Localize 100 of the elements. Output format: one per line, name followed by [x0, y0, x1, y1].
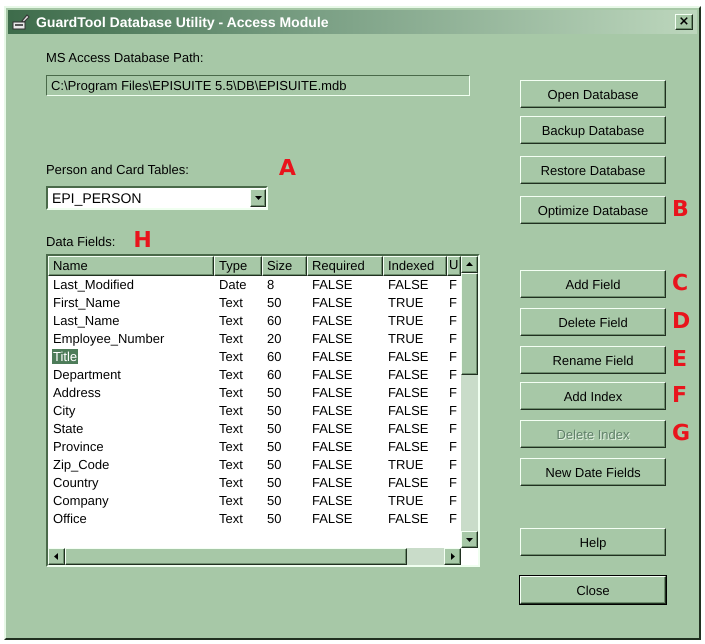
table-cell: FALSE [311, 367, 354, 382]
table-cell[interactable]: Office [52, 511, 88, 526]
table-cell: FALSE [387, 277, 430, 292]
action-button[interactable]: Rename Field [520, 346, 666, 374]
table-cell: FALSE [311, 331, 354, 346]
table-cell[interactable]: State [52, 421, 84, 436]
table-cell[interactable]: Address [52, 385, 102, 400]
annotation-letter: E [672, 349, 688, 371]
table-cell: TRUE [387, 295, 424, 310]
down-arrow-icon [466, 536, 473, 543]
table-cell: Text [218, 313, 244, 328]
table-cell: Text [218, 475, 244, 490]
action-button[interactable]: Add Field [520, 270, 666, 298]
table-cell: 60 [266, 349, 282, 364]
table-cell: F [448, 457, 458, 472]
table-cell: F [448, 277, 458, 292]
table-cell: 60 [266, 367, 282, 382]
table-cell: Date [218, 277, 248, 292]
table-cell: FALSE [387, 349, 430, 364]
table-cell: Text [218, 295, 244, 310]
table-cell: FALSE [311, 493, 354, 508]
column-header[interactable]: Type [214, 256, 262, 276]
vertical-scrollbar[interactable] [461, 256, 478, 548]
table-cell: F [448, 313, 458, 328]
annotation-letter: B [672, 199, 689, 221]
table-cell: Text [218, 493, 244, 508]
action-button[interactable]: New Date Fields [520, 458, 666, 486]
horizontal-scrollbar[interactable] [48, 548, 461, 565]
table-cell: F [448, 331, 458, 346]
right-arrow-icon [449, 553, 456, 560]
window-title: GuardTool Database Utility - Access Module [36, 14, 330, 30]
path-field[interactable]: C:\Program Files\EPISUITE 5.5\DB\EPISUITE.mdb [46, 75, 470, 96]
table-cell: Text [218, 331, 244, 346]
table-cell[interactable]: Country [52, 475, 100, 490]
table-cell[interactable]: Last_Modified [52, 277, 135, 292]
column-header[interactable]: U [447, 256, 461, 276]
table-cell: FALSE [311, 277, 354, 292]
column-header[interactable]: Name [48, 256, 214, 276]
table-cell: TRUE [387, 313, 424, 328]
action-button[interactable]: Add Index [520, 382, 666, 410]
table-cell: FALSE [311, 295, 354, 310]
table-cell: Text [218, 457, 244, 472]
table-cell[interactable]: Company [52, 493, 110, 508]
table-cell: F [448, 439, 458, 454]
table-cell[interactable]: Last_Name [52, 313, 120, 328]
table-cell: F [448, 349, 458, 364]
action-button[interactable]: Optimize Database [520, 196, 666, 224]
table-cell: F [448, 511, 458, 526]
table-cell: F [448, 295, 458, 310]
action-button[interactable]: Restore Database [520, 156, 666, 184]
close-button[interactable]: × [675, 14, 693, 30]
table-cell: Text [218, 421, 244, 436]
scroll-thumb[interactable] [461, 273, 478, 375]
table-cell: Text [218, 349, 244, 364]
table-cell: FALSE [311, 511, 354, 526]
close-button[interactable]: Close [520, 576, 666, 604]
action-button[interactable]: Help [520, 528, 666, 556]
column-header[interactable]: Size [262, 256, 307, 276]
table-cell: 50 [266, 457, 282, 472]
table-cell: FALSE [311, 403, 354, 418]
table-cell: Text [218, 439, 244, 454]
table-cell: FALSE [311, 421, 354, 436]
action-button[interactable]: Backup Database [520, 116, 666, 144]
table-cell: 50 [266, 403, 282, 418]
table-cell: 50 [266, 295, 282, 310]
action-button[interactable]: Open Database [520, 80, 666, 108]
table-cell: 50 [266, 439, 282, 454]
table-cell: FALSE [387, 403, 430, 418]
left-arrow-icon [53, 553, 60, 560]
table-cell[interactable]: City [52, 403, 76, 418]
table-cell: 50 [266, 421, 282, 436]
table-cell: FALSE [311, 475, 354, 490]
table-cell[interactable]: Title [52, 349, 78, 364]
table-cell: 50 [266, 385, 282, 400]
table-cell: TRUE [387, 331, 424, 346]
table-cell: F [448, 493, 458, 508]
dropdown-arrow-icon [254, 196, 262, 200]
annotation-letter: A [278, 158, 296, 180]
table-cell: TRUE [387, 457, 424, 472]
annotation-letter: G [672, 423, 690, 445]
action-button[interactable]: Delete Field [520, 308, 666, 336]
table-cell: FALSE [387, 385, 430, 400]
table-cell: F [448, 385, 458, 400]
scroll-thumb[interactable] [65, 548, 407, 565]
table-cell[interactable]: Zip_Code [52, 457, 110, 472]
table-cell: 50 [266, 511, 282, 526]
table-cell: FALSE [311, 457, 354, 472]
table-cell: 50 [266, 475, 282, 490]
table-cell[interactable]: Employee_Number [52, 331, 166, 346]
column-header[interactable]: Required [307, 256, 383, 276]
table-cell[interactable]: First_Name [52, 295, 122, 310]
table-cell: FALSE [387, 439, 430, 454]
table-cell: FALSE [311, 313, 354, 328]
table-cell: Text [218, 511, 244, 526]
table-cell[interactable]: Province [52, 439, 105, 454]
table-dropdown[interactable]: EPI_PERSON [46, 186, 268, 210]
table-cell[interactable]: Department [52, 367, 122, 382]
table-cell: FALSE [311, 385, 354, 400]
column-header[interactable]: Indexed [383, 256, 447, 276]
table-cell: 8 [266, 277, 276, 292]
